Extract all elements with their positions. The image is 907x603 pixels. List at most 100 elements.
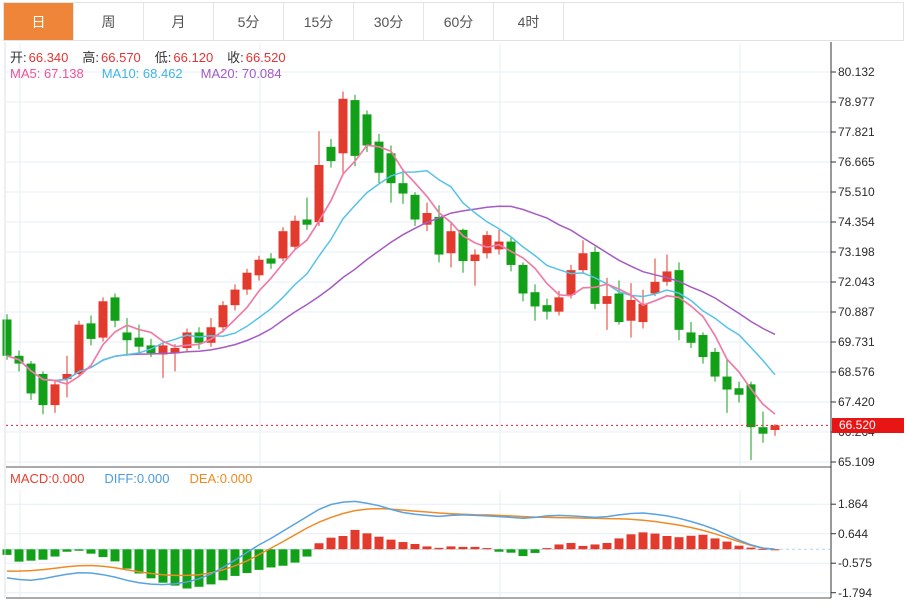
macd-bar [543, 548, 552, 549]
candle [447, 231, 456, 253]
macd-bar [711, 538, 720, 549]
tab-60min[interactable]: 60分 [424, 3, 494, 40]
candle [627, 300, 636, 321]
macd-bar [411, 544, 420, 549]
macd-bar [735, 546, 744, 550]
macd-bar [315, 543, 324, 549]
candle [699, 335, 708, 357]
ohlc-item: 高:66.570 [82, 50, 140, 65]
macd-bar [75, 549, 84, 550]
macd-legend: MACD:0.000DIFF:0.000DEA:0.000 [10, 471, 272, 486]
current-price-badge: 66.520 [832, 418, 904, 433]
macd-legend-item: MACD:0.000 [10, 471, 84, 486]
macd-bar [303, 549, 312, 556]
macd-bar [111, 549, 120, 561]
candle [771, 425, 780, 430]
macd-bar [723, 542, 732, 550]
candle [99, 301, 108, 337]
macd-bar [603, 543, 612, 549]
candle [339, 99, 348, 154]
macd-bar [171, 549, 180, 585]
macd-bar [627, 534, 636, 549]
candle [579, 253, 588, 270]
macd-bar [483, 548, 492, 549]
candle [711, 352, 720, 377]
candle [411, 195, 420, 220]
candle [231, 290, 240, 306]
macd-bar [27, 549, 36, 560]
candle [219, 305, 228, 327]
tab-weekly[interactable]: 周 [74, 3, 144, 40]
macd-bar [495, 549, 504, 551]
candle [483, 235, 492, 253]
macd-axis-label: 0.644 [838, 527, 868, 541]
candle [555, 297, 564, 311]
macd-bar [195, 549, 204, 587]
candle [135, 338, 144, 347]
macd-bar [267, 549, 276, 567]
candle [603, 296, 612, 304]
ohlc-item: 开:66.340 [10, 50, 68, 65]
ohlc-item: 低:66.120 [155, 50, 213, 65]
macd-bar [87, 549, 96, 553]
tab-monthly[interactable]: 月 [144, 3, 214, 40]
tab-4hour[interactable]: 4时 [494, 3, 564, 40]
macd-bar [663, 536, 672, 549]
candle [519, 265, 528, 294]
macd-axis-label: -0.575 [838, 556, 872, 570]
candle [327, 147, 336, 161]
candle [267, 258, 276, 263]
macd-bar [351, 530, 360, 549]
candle [471, 255, 480, 261]
macd-bar [567, 543, 576, 549]
candle [315, 165, 324, 222]
macd-bar [699, 535, 708, 550]
macd-bar [519, 549, 528, 556]
tab-15min[interactable]: 15分 [284, 3, 354, 40]
macd-bar [579, 546, 588, 549]
ma20-line [7, 206, 775, 380]
macd-bar [507, 549, 516, 552]
ma-legend-item: MA20: 70.084 [201, 66, 282, 81]
macd-bar [279, 549, 288, 565]
macd-bar [651, 534, 660, 550]
macd-bar [339, 536, 348, 549]
tab-30min[interactable]: 30分 [354, 3, 424, 40]
macd-bar [99, 549, 108, 557]
tab-5min[interactable]: 5分 [214, 3, 284, 40]
candle [531, 292, 540, 306]
ma-legend-item: MA10: 68.462 [102, 66, 183, 81]
macd-bar [531, 549, 540, 553]
candle [291, 221, 300, 247]
candle [399, 183, 408, 193]
price-axis-label: 77.821 [838, 125, 875, 139]
macd-bar [63, 549, 72, 551]
price-axis-label: 67.420 [838, 395, 875, 409]
macd-bar [207, 549, 216, 584]
tab-daily[interactable]: 日 [4, 3, 74, 40]
macd-bar [423, 546, 432, 549]
candle [255, 260, 264, 276]
macd-bar [555, 544, 564, 549]
candle [363, 114, 372, 145]
candle [639, 304, 648, 322]
price-axis-label: 72.043 [838, 275, 875, 289]
macd-bar [51, 549, 60, 556]
macd-legend-item: DEA:0.000 [189, 471, 252, 486]
candle [111, 297, 120, 320]
macd-bar [15, 549, 24, 561]
candle [747, 384, 756, 427]
ohlc-legend: 开:66.340高:66.570低:66.120收:66.520 [10, 47, 300, 66]
price-axis-label: 65.109 [838, 455, 875, 469]
kline-chart[interactable] [0, 0, 907, 603]
price-axis-label: 75.510 [838, 185, 875, 199]
macd-bar [399, 542, 408, 549]
candle [303, 220, 312, 225]
macd-bar [327, 538, 336, 550]
macd-bar [591, 544, 600, 549]
candle [735, 388, 744, 394]
price-axis-label: 70.887 [838, 305, 875, 319]
macd-bar [687, 536, 696, 550]
candle [87, 323, 96, 339]
candle [459, 230, 468, 261]
